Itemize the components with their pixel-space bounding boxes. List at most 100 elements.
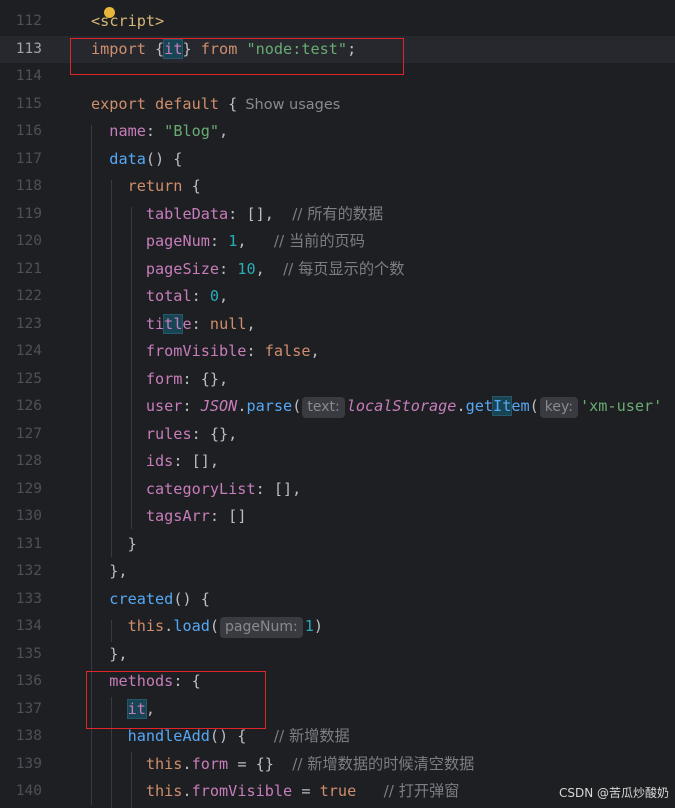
code-line[interactable]: 127 rules: {},	[0, 421, 675, 449]
code-line[interactable]: 123 title: null,	[0, 311, 675, 339]
code-comment: // 当前的页码	[273, 232, 365, 250]
code-line[interactable]: 129 categoryList: [],	[0, 476, 675, 504]
line-number: 133	[15, 590, 42, 607]
line-number: 137	[15, 700, 42, 717]
code-token: handleAdd	[127, 727, 210, 745]
code-comment: // 打开弹窗	[383, 782, 460, 800]
code-token: 0	[209, 287, 220, 305]
parameter-hint: key:	[539, 397, 579, 418]
code-line[interactable]: 121 pageSize: 10, // 每页显示的个数	[0, 256, 675, 284]
code-token: pageNum	[145, 232, 210, 250]
code-token: ,	[219, 287, 229, 305]
code-line[interactable]: 122 total: 0,	[0, 283, 675, 311]
code-line[interactable]: 133 created() {	[0, 586, 675, 614]
code-text: tagsArr: []	[91, 503, 675, 531]
code-line[interactable]: 119 tableData: [], // 所有的数据	[0, 201, 675, 229]
code-token: :	[209, 232, 229, 250]
line-number: 132	[15, 563, 42, 579]
line-number: 130	[15, 508, 42, 524]
code-line[interactable]: 112 <script>	[0, 8, 675, 36]
code-token: name	[109, 122, 146, 140]
code-text: tableData: [], // 所有的数据	[91, 201, 675, 229]
code-line[interactable]: 132 },	[0, 558, 675, 586]
code-token: tableData	[145, 204, 229, 223]
code-token: () {	[173, 589, 210, 608]
code-line[interactable]: 116 name: "Blog",	[0, 118, 675, 146]
code-token: "Blog"	[164, 122, 220, 140]
code-text: title: null,	[91, 311, 675, 339]
code-token: (	[529, 397, 539, 415]
line-number: 126	[15, 398, 42, 414]
code-line[interactable]: 120 pageNum: 1, // 当前的页码	[0, 228, 675, 256]
code-line[interactable]: 135 },	[0, 641, 675, 669]
code-text: categoryList: [],	[91, 476, 675, 504]
code-line[interactable]: 125 form: {},	[0, 366, 675, 394]
code-line[interactable]: 115 export default {Show usages	[0, 91, 675, 119]
code-token: form	[145, 369, 183, 388]
code-text: }	[91, 531, 675, 559]
line-number: 136	[15, 673, 42, 689]
code-token: null	[209, 314, 247, 333]
code-token: fromVisible	[191, 782, 293, 800]
code-token: (	[209, 617, 220, 635]
code-comment: // 所有的数据	[292, 204, 384, 223]
highlighted-token: tl	[163, 313, 184, 334]
annotation-box-methods	[86, 671, 266, 729]
code-line[interactable]: 126 user: JSON.parse(text: localStorage.g…	[0, 393, 675, 421]
code-text: user: JSON.parse(text: localStorage.getIt…	[91, 393, 675, 421]
code-token: tagsArr	[145, 507, 210, 525]
line-number: 125	[15, 370, 42, 387]
code-text: },	[91, 641, 675, 669]
line-number: 140	[15, 783, 42, 799]
code-line[interactable]: 124 fromVisible: false,	[0, 338, 675, 366]
code-token: ids	[145, 452, 174, 470]
line-number: 123	[15, 315, 42, 332]
code-token: () {	[209, 727, 274, 745]
code-token: .	[164, 617, 174, 635]
code-text: total: 0,	[91, 283, 675, 311]
line-number: 114	[15, 68, 42, 84]
code-line[interactable]: 130 tagsArr: []	[0, 503, 675, 531]
code-token: 1	[304, 617, 314, 635]
code-line[interactable]: 131 }	[0, 531, 675, 559]
code-text: export default {Show usages	[91, 91, 675, 120]
code-text: this.form = {} // 新增数据的时候清空数据	[91, 751, 675, 779]
line-number: 128	[15, 453, 42, 469]
code-line[interactable]: 134 this.load(pageNum: 1)	[0, 613, 675, 641]
code-token: ,	[237, 232, 274, 250]
lightbulb-icon[interactable]	[104, 7, 115, 18]
code-token: parse	[246, 397, 293, 415]
code-token: this	[145, 782, 183, 800]
code-comment: // 新增数据	[273, 727, 350, 745]
code-token: : []	[209, 507, 247, 525]
code-line[interactable]: 139 this.form = {} // 新增数据的时候清空数据	[0, 751, 675, 779]
code-token: created	[109, 589, 174, 608]
code-text: this.load(pageNum: 1)	[91, 613, 675, 641]
code-token: false	[264, 342, 311, 360]
show-usages-hint[interactable]: Show usages	[245, 97, 340, 113]
code-token: this	[145, 754, 183, 773]
code-token: pageSize	[145, 259, 220, 278]
line-number: 122	[15, 288, 42, 304]
code-text: ids: [],	[91, 448, 675, 476]
code-token: rules	[145, 424, 192, 443]
code-line[interactable]: 118 return {	[0, 173, 675, 201]
code-token: },	[91, 562, 128, 580]
code-token: {	[191, 177, 201, 195]
code-line[interactable]: 117 data() {	[0, 146, 675, 174]
code-editor[interactable]: 112 <script> 113 import {it} from "node:tes…	[0, 0, 675, 808]
code-line[interactable]: 128 ids: [],	[0, 448, 675, 476]
code-token: )	[313, 617, 324, 635]
code-token: :	[246, 342, 265, 360]
